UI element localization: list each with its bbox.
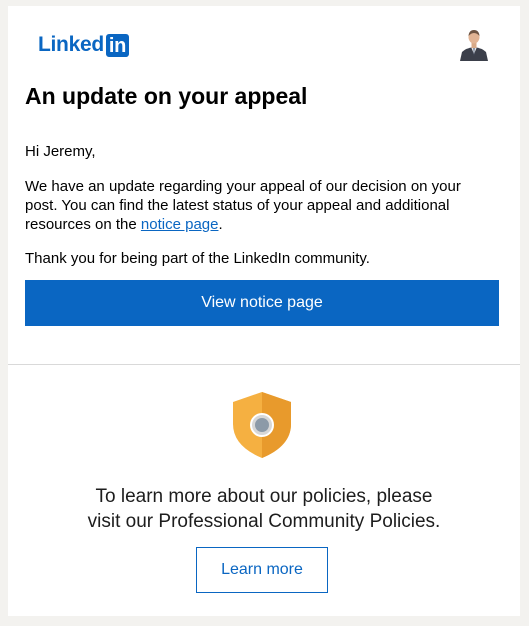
- email-card: Linked in An update on your appeal Hi Jer…: [8, 6, 520, 616]
- thank-you-paragraph: Thank you for being part of the LinkedIn…: [25, 250, 370, 267]
- policies-message: To learn more about our policies, please…: [8, 484, 520, 534]
- paragraph-end: .: [218, 216, 223, 233]
- paragraph-text: We have an update regarding your appeal …: [25, 178, 461, 233]
- shield-icon: [230, 390, 294, 460]
- section-divider: [8, 364, 520, 365]
- email-header: Linked in: [38, 27, 490, 66]
- greeting: Hi Jeremy,: [25, 143, 96, 160]
- page-title: An update on your appeal: [25, 83, 308, 109]
- appeal-update-paragraph: We have an update regarding your appeal …: [25, 177, 495, 234]
- view-notice-page-button[interactable]: View notice page: [25, 280, 499, 326]
- notice-page-link[interactable]: notice page: [141, 216, 219, 233]
- policies-line-1: To learn more about our policies, please: [95, 486, 433, 507]
- logo-in-badge: in: [105, 33, 130, 57]
- policies-line-2: visit our Professional Community Policie…: [87, 511, 441, 532]
- learn-more-button[interactable]: Learn more: [196, 547, 328, 593]
- avatar[interactable]: [458, 27, 490, 61]
- logo-wordmark: Linked: [38, 33, 104, 56]
- linkedin-logo[interactable]: Linked in: [38, 32, 130, 58]
